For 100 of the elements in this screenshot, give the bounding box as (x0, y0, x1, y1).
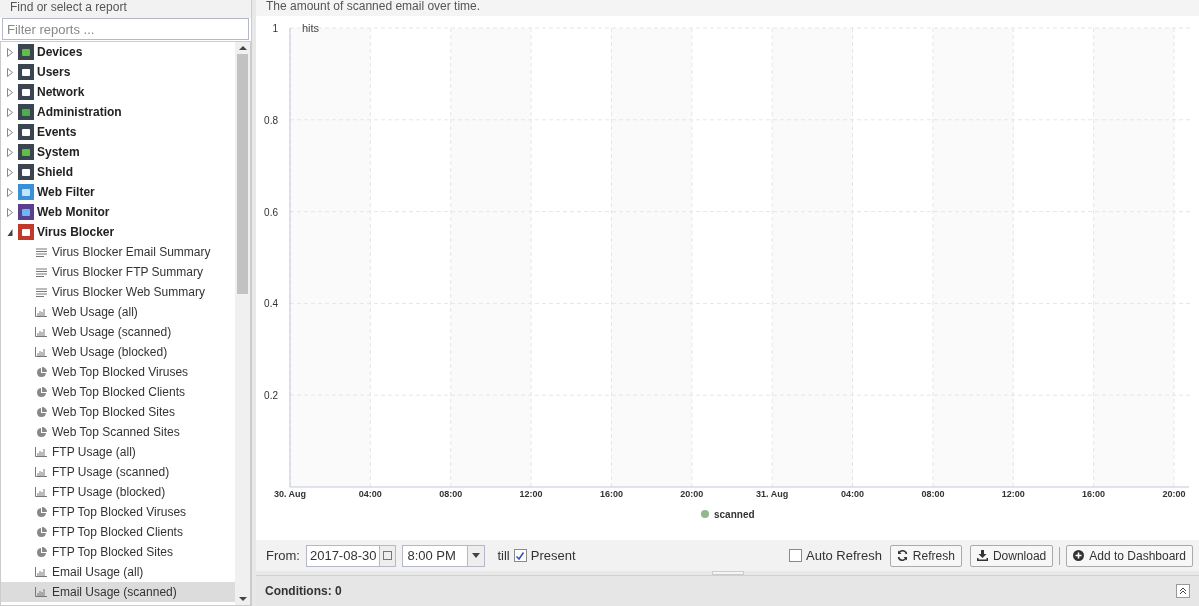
date-field[interactable]: 2017-08-30 (305, 544, 397, 567)
tree-item[interactable]: Events (1, 122, 235, 142)
report-label: Email Usage (scanned) (52, 584, 177, 601)
lines-icon (35, 267, 47, 277)
auto-refresh-label: Auto Refresh (806, 546, 882, 565)
x-tick-label: 16:00 (599, 489, 623, 499)
calendar-icon[interactable] (379, 545, 396, 566)
collapsed-icon[interactable] (7, 167, 13, 177)
report-item[interactable]: Virus Blocker Email Summary (1, 242, 235, 262)
scrollbar[interactable] (235, 42, 250, 605)
tree-item[interactable]: Users (1, 62, 235, 82)
report-item[interactable]: FTP Usage (blocked) (1, 482, 235, 502)
category-icon (18, 144, 34, 160)
report-label: FTP Usage (blocked) (52, 484, 166, 501)
dropdown-icon[interactable] (467, 545, 485, 566)
bar-chart-icon (35, 327, 47, 337)
category-label: Network (37, 84, 85, 101)
tree-item[interactable]: System (1, 142, 235, 162)
pie-chart-icon (35, 526, 47, 538)
from-label: From: (266, 546, 300, 565)
add-to-dashboard-button[interactable]: Add to Dashboard (1066, 544, 1193, 567)
report-item[interactable]: Web Top Blocked Sites (1, 402, 235, 422)
report-item[interactable]: FTP Top Blocked Clients (1, 522, 235, 542)
bar-chart-icon (35, 567, 47, 577)
report-item[interactable]: Email Usage (scanned) (1, 582, 235, 602)
collapse-icon[interactable] (1176, 584, 1190, 598)
refresh-icon (896, 550, 908, 561)
x-tick-label: 12:00 (519, 489, 543, 499)
category-icon (18, 64, 34, 80)
report-item[interactable]: Virus Blocker FTP Summary (1, 262, 235, 282)
y-tick-label: 0.6 (264, 206, 279, 218)
category-icon (18, 44, 34, 60)
category-label: System (37, 144, 80, 161)
x-tick-label: 08:00 (439, 489, 463, 499)
tree-item[interactable]: Devices (1, 42, 235, 62)
legend-label: scanned (714, 509, 755, 520)
collapsed-icon[interactable] (7, 87, 13, 97)
lines-icon (35, 247, 47, 257)
report-item[interactable]: FTP Top Blocked Viruses (1, 502, 235, 522)
download-button[interactable]: Download (969, 544, 1054, 567)
lines-icon (35, 287, 47, 297)
auto-refresh-checkbox[interactable] (789, 549, 802, 562)
expanded-icon[interactable] (7, 227, 13, 237)
x-tick-label: 12:00 (1001, 489, 1025, 499)
x-tick-label: 31. Aug (756, 489, 789, 499)
report-label: Web Usage (all) (52, 304, 138, 321)
collapsed-icon[interactable] (7, 47, 13, 57)
report-label: Web Usage (scanned) (52, 324, 172, 341)
pie-chart-icon (35, 546, 47, 558)
report-item[interactable]: Web Top Scanned Sites (1, 422, 235, 442)
collapsed-icon[interactable] (7, 67, 13, 77)
report-label: Web Top Blocked Sites (52, 404, 175, 421)
till-label: till (497, 546, 510, 565)
sidebar-title: Find or select a report (0, 0, 251, 18)
category-icon (18, 204, 34, 220)
report-item[interactable]: Web Usage (blocked) (1, 342, 235, 362)
report-label: Web Top Blocked Clients (52, 384, 185, 401)
report-item[interactable]: Web Top Blocked Viruses (1, 362, 235, 382)
time-field[interactable]: 8:00 PM (402, 544, 486, 567)
collapsed-icon[interactable] (7, 187, 13, 197)
bar-chart-icon (35, 587, 47, 597)
report-label: Web Top Blocked Viruses (52, 364, 189, 381)
y-tick-label: 0.2 (264, 390, 279, 402)
refresh-button[interactable]: Refresh (889, 544, 962, 567)
y-tick-label: 0.8 (264, 114, 279, 126)
collapsed-icon[interactable] (7, 107, 13, 117)
download-icon (976, 550, 988, 561)
bar-chart-icon (35, 487, 47, 497)
tree-item[interactable]: Administration (1, 102, 235, 122)
filter-field[interactable]: Filter reports ... (2, 18, 249, 40)
collapsed-icon[interactable] (7, 207, 13, 217)
tree-item[interactable]: Shield (1, 162, 235, 182)
report-label: Virus Blocker FTP Summary (52, 264, 203, 281)
tree-item[interactable]: Virus Blocker (1, 222, 235, 242)
report-item[interactable]: FTP Top Blocked Sites (1, 542, 235, 562)
category-icon (18, 184, 34, 200)
report-label: FTP Usage (all) (52, 444, 136, 461)
report-item[interactable]: Web Usage (all) (1, 302, 235, 322)
category-icon (18, 164, 34, 180)
tree-item[interactable]: Web Monitor (1, 202, 235, 222)
category-icon (18, 104, 34, 120)
report-item[interactable]: Email Usage (all) (1, 562, 235, 582)
category-icon (18, 224, 34, 240)
category-label: Users (37, 64, 71, 81)
category-label: Web Monitor (37, 204, 110, 221)
bar-chart-icon (35, 447, 47, 457)
collapsed-icon[interactable] (7, 127, 13, 137)
report-item[interactable]: FTP Usage (all) (1, 442, 235, 462)
tree-item[interactable]: Web Filter (1, 182, 235, 202)
report-item[interactable]: FTP Usage (scanned) (1, 462, 235, 482)
collapsed-icon[interactable] (7, 147, 13, 157)
report-item[interactable]: Web Top Blocked Clients (1, 382, 235, 402)
report-item[interactable]: Web Usage (scanned) (1, 322, 235, 342)
report-item[interactable]: Virus Blocker Web Summary (1, 282, 235, 302)
tree-item[interactable]: Network (1, 82, 235, 102)
legend-item[interactable]: scanned (701, 509, 755, 520)
conditions-title: Conditions: 0 (265, 583, 342, 600)
present-checkbox[interactable] (513, 549, 527, 562)
y-axis-label: hits (302, 22, 320, 34)
report-label: Web Top Scanned Sites (52, 424, 180, 441)
